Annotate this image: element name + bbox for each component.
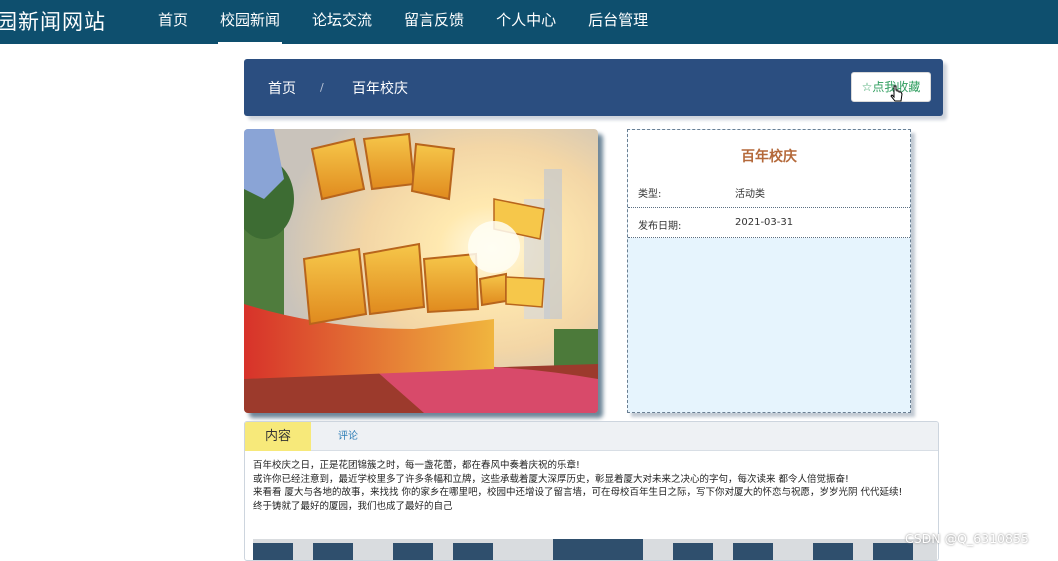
nav-item-feedback[interactable]: 留言反馈: [388, 0, 480, 44]
top-navbar: 园新闻网站 首页 校园新闻 论坛交流 留言反馈 个人中心 后台管理: [0, 0, 1058, 44]
article-body: 百年校庆之日，正是花团锦簇之时，每一盏花蕾，都在春风中奏着庆祝的乐章! 或许你已…: [253, 459, 929, 513]
nav-item-campus-news[interactable]: 校园新闻: [204, 0, 296, 44]
article-paragraph: 或许你已经注意到，最近学校里多了许多条幅和立牌，这些承载着厦大深厚历史，彰显着厦…: [253, 473, 849, 485]
article-card: 内容 评论 百年校庆之日，正是花团锦簇之时，每一盏花蕾，都在春风中奏着庆祝的乐章…: [244, 421, 939, 561]
article-paragraph: 百年校庆之日，正是花团锦簇之时，每一盏花蕾，都在春风中奏着庆祝的乐章!: [253, 460, 580, 471]
news-info-panel: 百年校庆 类型: 活动类 发布日期: 2021-03-31: [627, 129, 911, 413]
article-paragraph: 来看看 厦大与各地的故事，来找找 你的家乡在哪里吧，校园中还增设了留言墙，可在母…: [253, 487, 903, 498]
type-value: 活动类: [735, 189, 765, 200]
breadcrumb: 首页 / 百年校庆 ☆点我收藏: [244, 59, 943, 116]
article-tabs: 内容 评论: [245, 422, 938, 451]
nav-item-home[interactable]: 首页: [142, 0, 204, 44]
mouse-pointer-icon: [890, 85, 903, 102]
tab-content[interactable]: 内容: [245, 422, 311, 451]
breadcrumb-home-link[interactable]: 首页: [268, 78, 296, 98]
site-title[interactable]: 园新闻网站: [0, 6, 106, 36]
type-row: 类型: 活动类: [628, 176, 910, 208]
type-label: 类型:: [638, 189, 662, 200]
article-paragraph: 终于铸就了最好的厦园，我们也成了最好的自己: [253, 500, 453, 512]
nav-item-forum[interactable]: 论坛交流: [296, 0, 388, 44]
building-photo-icon: [253, 539, 937, 560]
main-nav: 首页 校园新闻 论坛交流 留言反馈 个人中心 后台管理: [142, 0, 664, 44]
news-title: 百年校庆: [741, 149, 797, 165]
info-header: 百年校庆 类型: 活动类 发布日期: 2021-03-31: [628, 130, 910, 238]
date-row: 发布日期: 2021-03-31: [628, 208, 910, 238]
date-value: 2021-03-31: [735, 217, 794, 228]
nav-item-admin[interactable]: 后台管理: [572, 0, 664, 44]
date-label: 发布日期:: [638, 221, 682, 232]
breadcrumb-current: 百年校庆: [352, 81, 408, 97]
nav-item-profile[interactable]: 个人中心: [480, 0, 572, 44]
breadcrumb-separator: /: [320, 81, 324, 94]
campus-celebration-photo-icon: [244, 129, 598, 413]
watermark: CSDN @Q_6310855: [905, 531, 1029, 546]
tab-comments[interactable]: 评论: [338, 422, 358, 451]
news-photo: [244, 129, 598, 413]
